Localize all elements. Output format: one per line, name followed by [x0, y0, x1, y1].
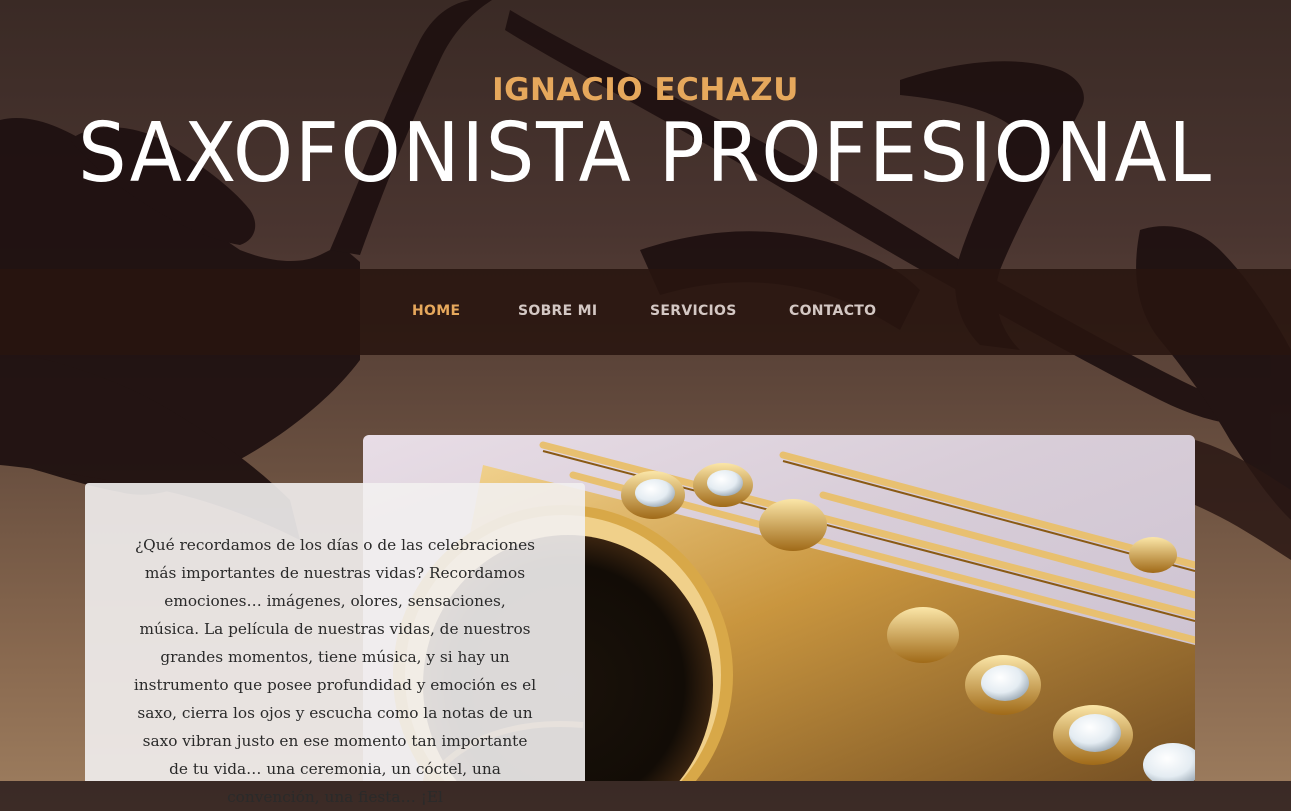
- site-tagline: SAXOFONISTA PROFESIONAL: [78, 106, 1213, 201]
- nav-link-servicios[interactable]: SERVICIOS: [650, 303, 737, 319]
- brand-name[interactable]: IGNACIO ECHAZU: [0, 72, 1291, 108]
- site-header: IGNACIO ECHAZU SAXOFONISTA PROFESIONAL: [0, 0, 1291, 269]
- nav-link-contacto[interactable]: CONTACTO: [789, 303, 876, 319]
- nav-link-home[interactable]: HOME: [412, 303, 460, 319]
- intro-card: ¿Qué recordamos de los días o de las cel…: [85, 483, 585, 806]
- intro-text: ¿Qué recordamos de los días o de las cel…: [133, 536, 537, 806]
- nav-link-sobre-mi[interactable]: SOBRE MI: [518, 303, 597, 319]
- main-nav: HOME SOBRE MI SERVICIOS CONTACTO: [0, 269, 1291, 355]
- nav-menu: HOME SOBRE MI SERVICIOS CONTACTO: [0, 269, 1291, 355]
